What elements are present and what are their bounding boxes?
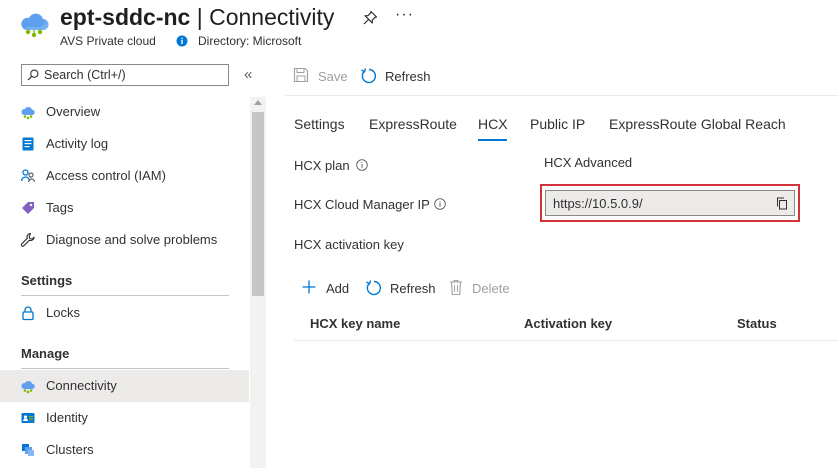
sidebar-item-connectivity[interactable]: Connectivity [0, 370, 249, 402]
wrench-icon [20, 232, 35, 247]
section-divider [21, 368, 229, 369]
refresh-icon[interactable] [365, 279, 383, 297]
scroll-up-icon[interactable] [254, 100, 262, 105]
sidebar-item-identity[interactable]: Identity [0, 402, 249, 434]
hcx-manager-ip-label: HCX Cloud Manager IP [294, 197, 430, 212]
column-header-status[interactable]: Status [737, 316, 777, 331]
sidebar-item-label: Identity [46, 410, 88, 425]
copy-icon[interactable] [776, 197, 788, 210]
hcx-plan-value: HCX Advanced [544, 155, 633, 170]
sidebar-item-label: Access control (IAM) [46, 168, 166, 183]
info-icon[interactable] [356, 159, 368, 171]
blade-name: Connectivity [209, 4, 335, 30]
clusters-icon [22, 444, 34, 456]
resource-name: ept-sddc-nc [60, 4, 191, 30]
refresh-keys-button[interactable]: Refresh [390, 281, 436, 296]
resource-type: AVS Private cloud [60, 34, 156, 48]
sidebar-item-label: Connectivity [46, 378, 117, 393]
cloud-icon [21, 380, 35, 394]
info-icon [176, 35, 188, 47]
table-header-divider [294, 340, 838, 341]
sidebar-item-locks[interactable]: Locks [0, 297, 249, 329]
save-button[interactable]: Save [318, 69, 348, 84]
tab-expressroute-global-reach[interactable]: ExpressRoute Global Reach [609, 116, 786, 132]
toolbar-divider [285, 95, 838, 96]
sidebar-item-label: Locks [46, 305, 80, 320]
sidebar-item-label: Diagnose and solve problems [46, 232, 218, 247]
delete-icon[interactable] [449, 279, 463, 296]
sidebar-item-activity-log[interactable]: Activity log [0, 128, 249, 160]
column-header-activation-key[interactable]: Activation key [524, 316, 612, 331]
sidebar-item-label: Clusters [46, 442, 94, 457]
tab-settings[interactable]: Settings [294, 116, 345, 132]
info-icon[interactable] [434, 198, 446, 210]
tab-hcx[interactable]: HCX [478, 116, 508, 132]
active-tab-indicator [478, 139, 507, 141]
tab-expressroute[interactable]: ExpressRoute [369, 116, 457, 132]
search-icon [27, 69, 39, 81]
sidebar-item-access-control[interactable]: Access control (IAM) [0, 160, 249, 192]
hcx-manager-ip-field[interactable]: https://10.5.0.9/ [545, 190, 795, 216]
section-divider [21, 295, 229, 296]
activity-log-icon [22, 137, 34, 151]
cloud-icon [21, 106, 35, 120]
section-heading-settings: Settings [21, 273, 73, 288]
hcx-manager-ip-value: https://10.5.0.9/ [553, 196, 643, 211]
refresh-icon[interactable] [360, 67, 378, 85]
add-icon[interactable] [302, 280, 316, 294]
collapse-sidebar-icon[interactable]: « [244, 66, 252, 83]
section-heading-manage: Manage [21, 346, 70, 361]
page-title: ept-sddc-nc | Connectivity [60, 4, 334, 31]
scrollbar-thumb[interactable] [252, 112, 264, 296]
refresh-button[interactable]: Refresh [385, 69, 431, 84]
sidebar-search[interactable] [21, 64, 229, 86]
sidebar-item-label: Tags [46, 200, 74, 215]
tag-icon [22, 202, 34, 214]
column-header-key-name[interactable]: HCX key name [310, 316, 400, 331]
cloud-icon [21, 13, 49, 38]
lock-icon [22, 306, 34, 321]
title-separator: | [190, 4, 210, 30]
hcx-activation-key-label: HCX activation key [294, 237, 404, 252]
directory-label: Directory: Microsoft [198, 34, 302, 48]
pin-icon[interactable] [362, 10, 378, 26]
sidebar-item-overview[interactable]: Overview [0, 96, 249, 128]
more-icon[interactable]: ··· [395, 6, 414, 24]
tab-public-ip[interactable]: Public IP [530, 116, 585, 132]
hcx-plan-label: HCX plan [294, 158, 350, 173]
sidebar-item-clusters[interactable]: Clusters [0, 434, 249, 466]
delete-key-button[interactable]: Delete [472, 281, 510, 296]
sidebar-item-diagnose[interactable]: Diagnose and solve problems [0, 224, 249, 256]
identity-icon [21, 413, 35, 423]
page-header: ept-sddc-nc | Connectivity ··· AVS Priva… [0, 0, 838, 60]
sidebar-item-tags[interactable]: Tags [0, 192, 249, 224]
search-input[interactable] [44, 65, 224, 85]
sidebar-item-label: Activity log [46, 136, 109, 151]
save-icon[interactable] [293, 67, 309, 83]
add-key-button[interactable]: Add [326, 281, 349, 296]
sidebar-item-label: Overview [46, 104, 101, 119]
people-icon [20, 169, 36, 183]
